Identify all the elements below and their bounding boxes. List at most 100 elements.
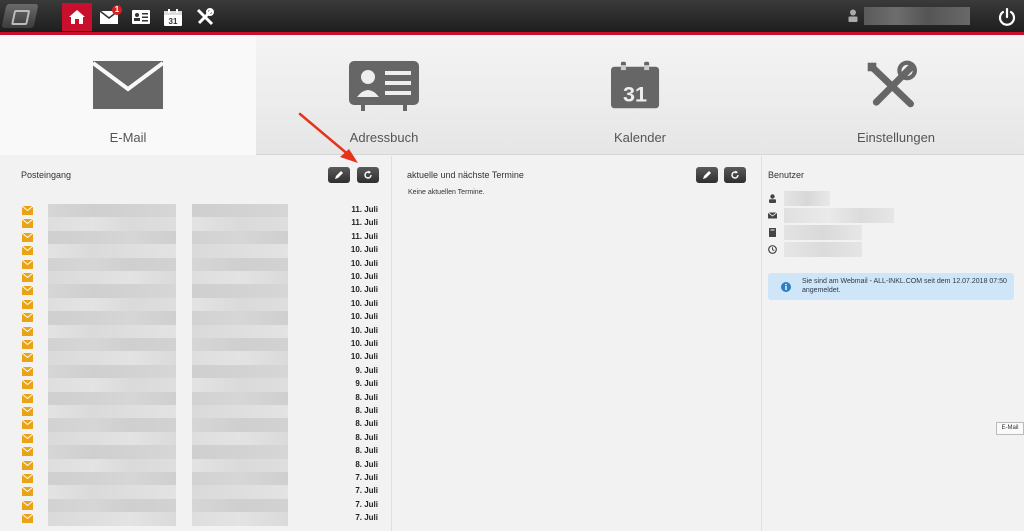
contact-card-icon bbox=[349, 61, 419, 111]
mail-row[interactable]: 10. Juli bbox=[22, 351, 378, 365]
clock-icon bbox=[768, 245, 777, 254]
module-label: Einstellungen bbox=[856, 130, 936, 145]
mail-row[interactable]: 11. Juli bbox=[22, 204, 378, 218]
module-settings[interactable]: Einstellungen bbox=[768, 35, 1024, 155]
envelope-icon bbox=[22, 246, 33, 256]
mail-row[interactable]: 7. Juli bbox=[22, 512, 378, 526]
mail-subject-redacted bbox=[192, 485, 288, 499]
mail-row[interactable]: 11. Juli bbox=[22, 230, 378, 245]
user-name-redacted bbox=[784, 191, 830, 206]
user-email-redacted bbox=[784, 208, 894, 223]
mail-row[interactable]: 10. Juli bbox=[22, 284, 378, 298]
mail-subject-redacted bbox=[192, 204, 288, 218]
mail-subject-redacted bbox=[192, 405, 288, 419]
mail-date: 8. Juli bbox=[355, 446, 378, 456]
mail-row[interactable]: 10. Juli bbox=[22, 271, 378, 285]
module-addressbook[interactable]: Adressbuch bbox=[256, 35, 512, 155]
envelope-icon bbox=[22, 273, 33, 282]
unread-badge: 1 bbox=[112, 5, 122, 15]
new-appointment-button[interactable] bbox=[696, 167, 718, 183]
tab-calendar[interactable]: 31 bbox=[158, 3, 188, 31]
mail-sender-redacted bbox=[48, 257, 176, 271]
logo bbox=[1, 4, 39, 28]
home-icon bbox=[69, 10, 85, 24]
compose-button[interactable] bbox=[328, 167, 350, 183]
mail-sender-redacted bbox=[48, 324, 176, 338]
envelope-icon bbox=[22, 433, 33, 443]
mail-row[interactable]: 10. Juli bbox=[22, 324, 378, 338]
mail-sender-redacted bbox=[48, 405, 176, 419]
mail-row[interactable]: 10. Juli bbox=[22, 311, 378, 325]
mail-row[interactable]: 7. Juli bbox=[22, 472, 378, 486]
user-icon bbox=[769, 194, 776, 203]
user-area[interactable] bbox=[846, 7, 970, 25]
mail-row[interactable]: 8. Juli bbox=[22, 445, 378, 459]
user-time-redacted bbox=[784, 242, 862, 257]
power-icon bbox=[998, 7, 1016, 26]
tab-mail[interactable]: 1 bbox=[94, 3, 124, 31]
mail-sender-redacted bbox=[48, 217, 176, 231]
envelope-icon bbox=[22, 500, 33, 510]
mail-date: 10. Juli bbox=[350, 325, 378, 335]
tab-home[interactable] bbox=[62, 3, 92, 31]
mail-subject-redacted bbox=[192, 244, 288, 258]
mail-row[interactable]: 7. Juli bbox=[22, 498, 378, 513]
mail-subject-redacted bbox=[192, 257, 288, 271]
mail-subject-redacted bbox=[192, 271, 288, 285]
mail-subject-redacted bbox=[192, 391, 288, 405]
mail-date: 8. Juli bbox=[355, 432, 378, 442]
user-email-row bbox=[768, 208, 928, 223]
mail-sender-redacted bbox=[48, 338, 176, 352]
mail-row[interactable]: 9. Juli bbox=[22, 378, 378, 392]
mail-date: 7. Juli bbox=[355, 513, 378, 523]
envelope-icon bbox=[22, 299, 33, 309]
tools-icon bbox=[867, 60, 917, 108]
mail-subject-redacted bbox=[192, 498, 288, 513]
mail-sender-redacted bbox=[48, 472, 176, 486]
mail-row[interactable]: 10. Juli bbox=[22, 338, 378, 352]
mail-subject-redacted bbox=[192, 418, 288, 432]
mail-date: 10. Juli bbox=[350, 285, 378, 295]
calendar-icon: 31 bbox=[164, 8, 182, 26]
mail-row[interactable]: 8. Juli bbox=[22, 418, 378, 432]
mail-subject-redacted bbox=[192, 431, 288, 446]
tools-icon bbox=[196, 8, 214, 26]
envelope-icon bbox=[22, 366, 33, 376]
login-notice-text: Sie sind am Webmail - ALL-INKL.COM seit … bbox=[802, 278, 1007, 294]
mail-row[interactable]: 7. Juli bbox=[22, 485, 378, 499]
module-calendar[interactable]: 31 Kalender bbox=[512, 35, 768, 155]
envelope-icon bbox=[22, 393, 33, 403]
mail-row[interactable]: 11. Juli bbox=[22, 217, 378, 231]
envelope-icon bbox=[22, 514, 33, 524]
logout-button[interactable] bbox=[996, 6, 1018, 28]
mail-row[interactable]: 9. Juli bbox=[22, 364, 378, 379]
mail-sender-redacted bbox=[48, 378, 176, 392]
pencil-icon bbox=[335, 171, 343, 179]
tab-addressbook[interactable] bbox=[126, 3, 156, 31]
mail-date: 7. Juli bbox=[355, 473, 378, 482]
refresh-appointments-button[interactable] bbox=[724, 167, 746, 183]
mail-row[interactable]: 8. Juli bbox=[22, 405, 378, 419]
calendar-day: 31 bbox=[169, 17, 178, 26]
mail-row[interactable]: 10. Juli bbox=[22, 244, 378, 258]
tab-settings[interactable] bbox=[190, 3, 220, 31]
pencil-icon bbox=[703, 171, 711, 179]
mail-row[interactable]: 10. Juli bbox=[22, 257, 378, 271]
mail-row[interactable]: 8. Juli bbox=[22, 458, 378, 472]
mail-sender-redacted bbox=[48, 458, 176, 472]
mail-date: 10. Juli bbox=[350, 258, 378, 268]
mail-sender-redacted bbox=[48, 271, 176, 285]
mail-sender-redacted bbox=[48, 431, 176, 446]
envelope-icon bbox=[22, 232, 33, 242]
calendar-day: 31 bbox=[623, 83, 647, 107]
refresh-button[interactable] bbox=[357, 167, 379, 183]
mail-row[interactable]: 8. Juli bbox=[22, 431, 378, 446]
module-email[interactable]: E-Mail bbox=[0, 35, 256, 155]
mail-subject-redacted bbox=[192, 284, 288, 298]
module-label: Adressbuch bbox=[349, 130, 419, 145]
envelope-icon bbox=[22, 313, 33, 323]
mail-row[interactable]: 8. Juli bbox=[22, 391, 378, 405]
mail-row[interactable]: 10. Juli bbox=[22, 297, 378, 312]
mail-subject-redacted bbox=[192, 297, 288, 312]
mail-sender-redacted bbox=[48, 351, 176, 365]
